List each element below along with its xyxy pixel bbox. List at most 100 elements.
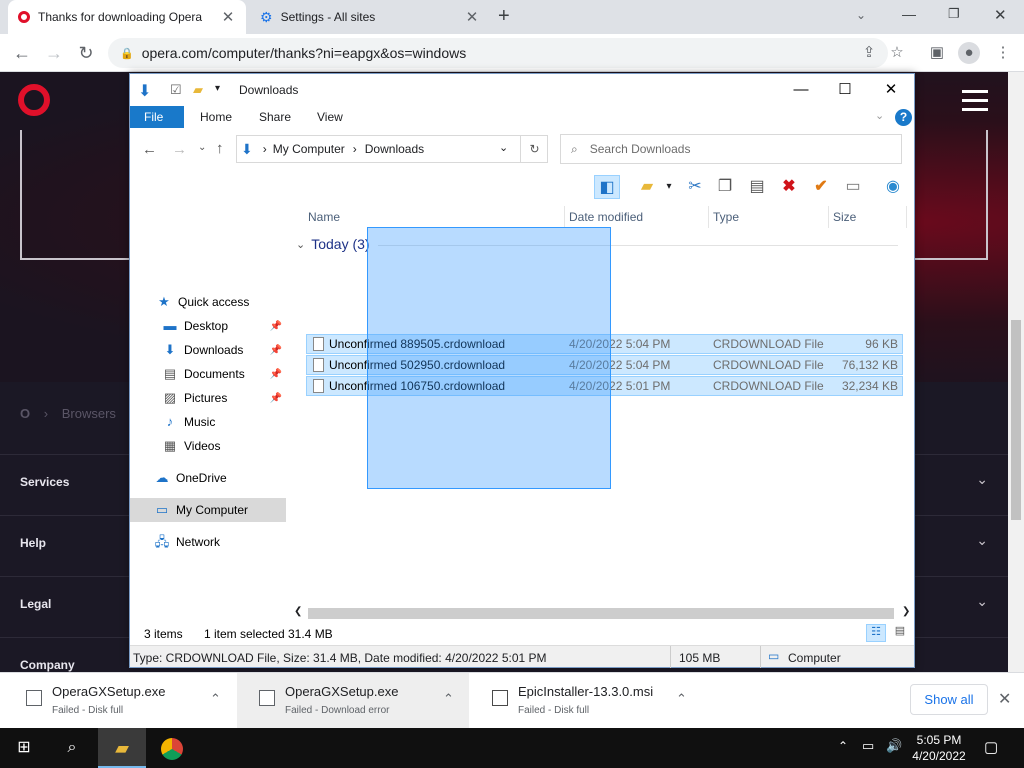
network-status-icon[interactable]: ▭ xyxy=(862,738,874,754)
nav-item-pictures[interactable]: ▨ Pictures 📌 xyxy=(130,386,286,410)
file-type: CRDOWNLOAD File xyxy=(713,337,824,351)
address-dropdown-icon[interactable]: ⌄ xyxy=(499,141,508,154)
search-input[interactable]: ⌕ Search Downloads xyxy=(560,134,902,164)
network-icon: 🖧 xyxy=(154,534,170,549)
share-icon[interactable]: ⇪ xyxy=(858,42,880,64)
scrollbar-thumb[interactable] xyxy=(1011,320,1021,520)
properties-icon[interactable]: ☑ xyxy=(170,82,182,98)
checkmark-icon[interactable]: ✔ xyxy=(808,175,834,199)
nav-item-onedrive[interactable]: ☁ OneDrive xyxy=(130,466,286,490)
new-folder-icon[interactable]: ▰ xyxy=(193,82,203,98)
large-icons-view-icon[interactable]: ▤ xyxy=(890,624,910,642)
forward-icon[interactable]: → xyxy=(172,141,187,158)
close-icon[interactable]: ✕ xyxy=(868,78,914,102)
nav-item-my-computer[interactable]: ▭ My Computer xyxy=(130,498,286,522)
hamburger-menu-icon[interactable] xyxy=(962,90,988,117)
notifications-icon[interactable]: ▢ xyxy=(984,738,998,756)
nav-item-quick-access[interactable]: ★ Quick access xyxy=(130,290,286,314)
search-icon[interactable]: ⌕ xyxy=(48,728,96,768)
show-all-button[interactable]: Show all xyxy=(910,684,988,715)
dropdown-icon[interactable]: ▾ xyxy=(656,175,682,199)
profile-avatar[interactable]: ● xyxy=(958,42,980,64)
ribbon-tab-share[interactable]: Share xyxy=(245,106,305,128)
help-icon[interactable]: ? xyxy=(895,109,912,126)
chevron-up-icon[interactable]: ⌃ xyxy=(443,691,454,707)
delete-icon[interactable]: ✖ xyxy=(776,175,802,199)
tab-settings[interactable]: ⚙ Settings - All sites ✕ xyxy=(250,0,490,34)
chevron-up-icon[interactable]: ⌃ xyxy=(676,691,687,707)
forward-icon[interactable]: → xyxy=(42,41,66,65)
nav-item-downloads[interactable]: ⬇ Downloads 📌 xyxy=(130,338,286,362)
new-tab-button[interactable]: + xyxy=(498,5,510,28)
qat-dropdown-icon[interactable]: ▾ xyxy=(215,83,220,94)
nav-item-videos[interactable]: ▦ Videos xyxy=(130,434,286,458)
maximize-icon[interactable]: ☐ xyxy=(822,78,868,102)
nav-label: My Computer xyxy=(176,503,249,517)
bookmark-star-icon[interactable]: ☆ xyxy=(886,42,908,64)
chevron-up-icon[interactable]: ⌃ xyxy=(210,691,221,707)
show-hidden-icons-icon[interactable]: ⌃ xyxy=(838,739,848,753)
scroll-left-icon[interactable]: ❮ xyxy=(294,606,302,617)
reload-icon[interactable]: ↻ xyxy=(74,41,98,65)
copy-icon[interactable]: ❐ xyxy=(712,175,738,199)
details-view-icon[interactable]: ☷ xyxy=(866,624,886,642)
close-tab-icon[interactable]: ✕ xyxy=(220,8,236,26)
music-icon: ♪ xyxy=(166,414,174,429)
details-location: Computer xyxy=(788,651,841,665)
up-icon[interactable]: ↑ xyxy=(216,140,224,157)
column-header-name[interactable]: Name xyxy=(304,206,565,228)
side-panel-icon[interactable]: ▣ xyxy=(926,42,948,64)
address-bar[interactable]: 🔒 opera.com/computer/thanks?ni=eapgx&os=… xyxy=(108,38,888,68)
group-header[interactable]: ⌄ Today (3) xyxy=(296,236,898,252)
download-item[interactable]: OperaGXSetup.exe Failed - Disk full ⌃ xyxy=(4,673,236,729)
address-bar[interactable]: ⬇ › My Computer › Downloads ⌄ xyxy=(236,135,548,163)
minimize-icon[interactable]: — xyxy=(778,78,824,102)
volume-icon[interactable]: 🔊 xyxy=(886,738,902,754)
nav-item-desktop[interactable]: ▬ Desktop 📌 xyxy=(130,314,286,338)
command-bar: ◧ ▰ ▾ ✂ ❐ ▤ ✖ ✔ ▭ ◉ xyxy=(594,172,912,202)
back-icon[interactable]: ← xyxy=(142,141,157,158)
path-segment[interactable]: Downloads xyxy=(365,142,424,156)
column-header-type[interactable]: Type xyxy=(709,206,829,228)
window-close-icon[interactable]: ✕ xyxy=(994,6,1007,24)
ribbon-tab-view[interactable]: View xyxy=(303,106,357,128)
opera-logo[interactable] xyxy=(18,84,50,116)
scroll-right-icon[interactable]: ❯ xyxy=(902,606,910,617)
horizontal-scrollbar[interactable]: ❮ ❯ xyxy=(292,605,914,622)
nav-item-network[interactable]: 🖧 Network xyxy=(130,530,286,554)
paste-icon[interactable]: ▤ xyxy=(744,175,770,199)
menu-kebab-icon[interactable]: ⋮ xyxy=(992,42,1014,64)
download-item[interactable]: OperaGXSetup.exe Failed - Download error… xyxy=(237,673,469,729)
chrome-icon[interactable] xyxy=(148,728,196,768)
windows-start-icon[interactable]: ⊞ xyxy=(0,728,48,768)
nav-item-music[interactable]: ♪ Music xyxy=(130,410,286,434)
tab-search-icon[interactable]: ⌄ xyxy=(856,8,866,22)
preview-pane-icon[interactable]: ◧ xyxy=(594,175,620,199)
path-segment[interactable]: My Computer xyxy=(273,142,345,156)
page-scrollbar[interactable] xyxy=(1008,72,1024,672)
minimize-icon[interactable]: — xyxy=(902,6,916,22)
cut-icon[interactable]: ✂ xyxy=(682,175,708,199)
close-icon[interactable]: ✕ xyxy=(998,689,1011,709)
back-icon[interactable]: ← xyxy=(10,41,34,65)
restore-icon[interactable]: ❐ xyxy=(948,6,960,22)
column-header-size[interactable]: Size xyxy=(829,206,907,228)
scrollbar-thumb[interactable] xyxy=(308,608,894,619)
download-item[interactable]: EpicInstaller-13.3.0.msi Failed - Disk f… xyxy=(470,673,702,729)
rename-icon[interactable]: ▭ xyxy=(840,175,866,199)
nav-item-documents[interactable]: ▤ Documents 📌 xyxy=(130,362,286,386)
breadcrumb-item[interactable]: Browsers xyxy=(62,406,116,421)
tab-opera-thanks[interactable]: Thanks for downloading Opera ✕ xyxy=(8,0,246,34)
ribbon-tab-home[interactable]: Home xyxy=(186,106,246,128)
ribbon-tab-file[interactable]: File xyxy=(130,106,184,128)
clock[interactable]: 5:05 PM 4/20/2022 xyxy=(906,732,972,764)
globe-icon[interactable]: ◉ xyxy=(880,175,906,199)
footer-label: Company xyxy=(20,658,75,672)
expand-ribbon-icon[interactable]: ⌄ xyxy=(875,109,884,122)
file-explorer-icon[interactable]: ▰ xyxy=(98,728,146,768)
close-tab-icon[interactable]: ✕ xyxy=(464,8,480,26)
refresh-icon[interactable]: ↻ xyxy=(520,135,548,163)
column-header-date[interactable]: Date modified xyxy=(565,206,709,228)
explorer-title-bar[interactable]: ⬇ ☑ ▰ ▾ Downloads — ☐ ✕ xyxy=(130,74,914,106)
recent-locations-icon[interactable]: ⌄ xyxy=(198,142,206,153)
